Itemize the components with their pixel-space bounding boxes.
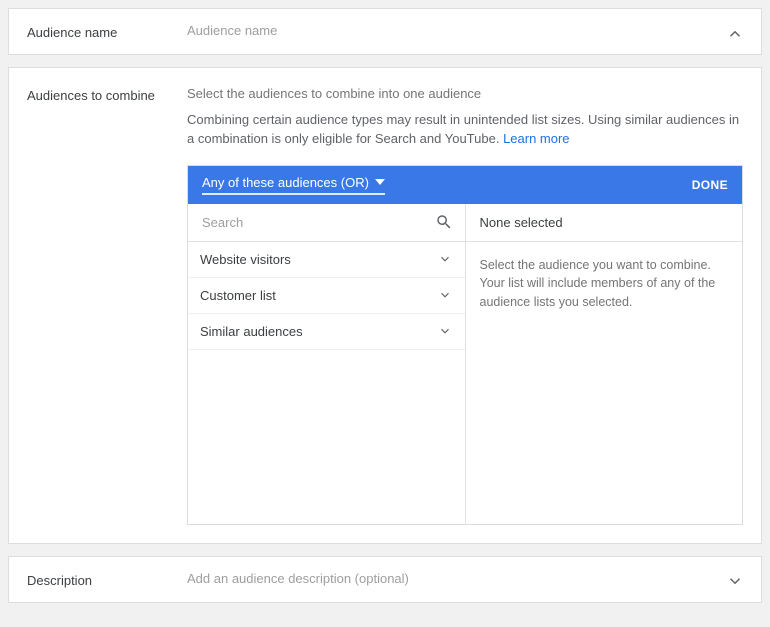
selected-help-text: Select the audience you want to combine.…: [466, 242, 743, 326]
search-row: [188, 204, 465, 242]
category-customer-list[interactable]: Customer list: [188, 278, 465, 314]
combine-intro-text: Select the audiences to combine into one…: [187, 86, 743, 101]
description-label: Description: [27, 571, 187, 588]
combine-disclaimer-text: Combining certain audience types may res…: [187, 111, 743, 149]
chevron-down-icon: [437, 323, 453, 339]
category-label: Similar audiences: [200, 324, 303, 339]
chevron-down-icon: [726, 572, 744, 593]
combination-type-label: Any of these audiences (OR): [202, 175, 369, 190]
picker-right-pane: None selected Select the audience you wa…: [466, 204, 743, 524]
description-input[interactable]: Add an audience description (optional): [187, 571, 743, 586]
chevron-down-icon: [437, 251, 453, 267]
category-label: Website visitors: [200, 252, 291, 267]
audience-name-section: Audience name Audience name: [9, 9, 761, 54]
combination-type-dropdown[interactable]: Any of these audiences (OR): [202, 175, 385, 195]
selected-header: None selected: [466, 204, 743, 242]
category-website-visitors[interactable]: Website visitors: [188, 242, 465, 278]
collapse-audience-name-button[interactable]: [723, 23, 747, 47]
category-similar-audiences[interactable]: Similar audiences: [188, 314, 465, 350]
audiences-to-combine-section: Audiences to combine Select the audience…: [9, 68, 761, 543]
search-input[interactable]: [200, 214, 435, 231]
description-section: Description Add an audience description …: [9, 557, 761, 602]
picker-header: Any of these audiences (OR) DONE: [188, 166, 742, 204]
done-button[interactable]: DONE: [692, 178, 728, 192]
search-icon[interactable]: [435, 213, 453, 231]
audience-name-input[interactable]: Audience name: [187, 23, 743, 38]
caret-down-icon: [375, 175, 385, 190]
learn-more-link[interactable]: Learn more: [503, 131, 569, 146]
category-list: Website visitors Customer list: [188, 242, 465, 524]
audiences-to-combine-label: Audiences to combine: [27, 86, 187, 103]
picker-left-pane: Website visitors Customer list: [188, 204, 466, 524]
expand-description-button[interactable]: [723, 571, 747, 595]
audience-name-label: Audience name: [27, 23, 187, 40]
category-label: Customer list: [200, 288, 276, 303]
chevron-up-icon: [726, 25, 744, 46]
chevron-down-icon: [437, 287, 453, 303]
audience-picker: Any of these audiences (OR) DONE: [187, 165, 743, 525]
